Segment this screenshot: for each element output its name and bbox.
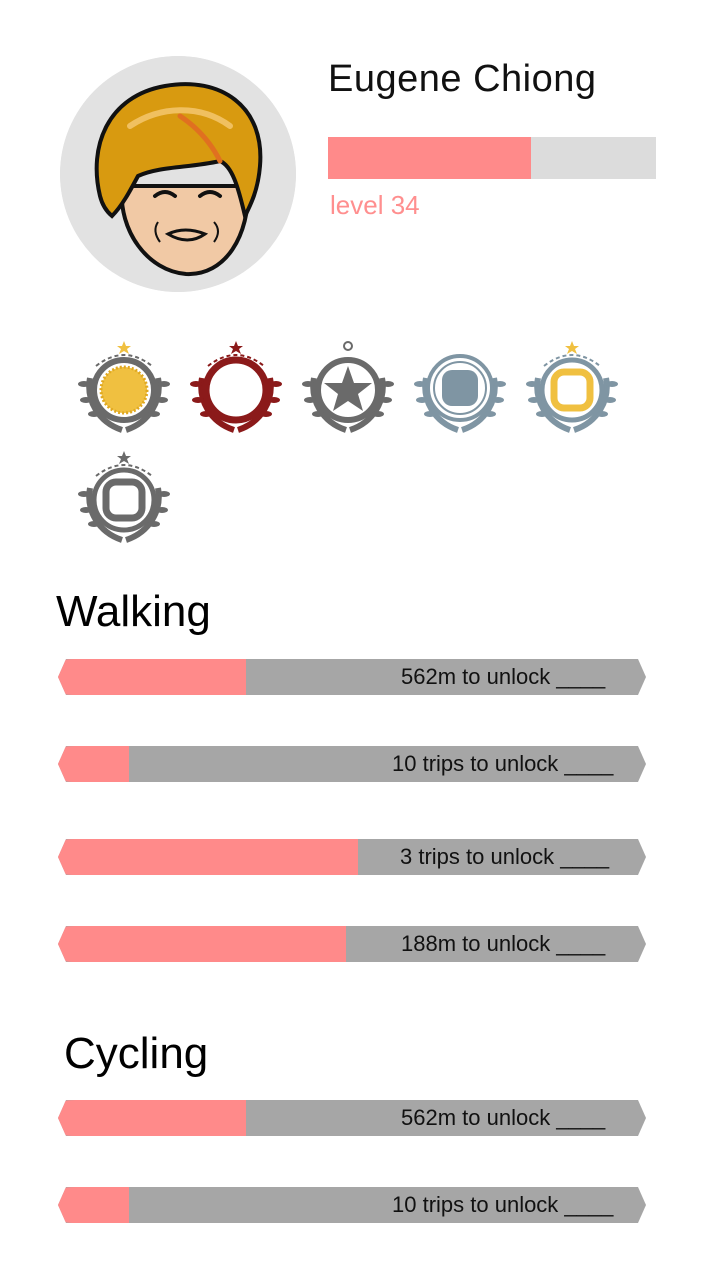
cycling-section-title: Cycling [64, 1029, 209, 1078]
goal-label: 562m to unlock ____ [401, 664, 606, 689]
level-progress-bar [328, 137, 656, 179]
badge-red-ring[interactable] [188, 338, 284, 438]
badge-grey-square[interactable] [76, 448, 172, 548]
gold-square-laurel-badge-icon [526, 341, 618, 433]
grey-square-laurel-badge-icon [78, 451, 170, 543]
cycling-goal-bar-2[interactable]: 10 trips to unlock ____ [58, 1187, 646, 1223]
progress-fill [58, 1187, 129, 1223]
progress-fill [58, 1100, 247, 1136]
badge-blue-square[interactable] [412, 338, 508, 438]
walking-goal-bar-3[interactable]: 3 trips to unlock ____ [58, 839, 646, 875]
walking-section-title: Walking [56, 587, 211, 636]
badge-gold-square[interactable] [524, 338, 620, 438]
walking-goal-bar-2[interactable]: 10 trips to unlock ____ [58, 746, 646, 782]
goal-label: 3 trips to unlock ____ [400, 844, 610, 869]
cycling-goal-bar-1[interactable]: 562m to unlock ____ [58, 1100, 646, 1136]
goal-label: 562m to unlock ____ [401, 1105, 606, 1130]
walking-goal-bar-1[interactable]: 562m to unlock ____ [58, 659, 646, 695]
gold-sun-laurel-badge-icon [78, 341, 170, 433]
profile-avatar[interactable] [60, 56, 296, 292]
blue-square-laurel-badge-icon [414, 354, 506, 433]
level-progress-fill [328, 137, 532, 179]
red-ring-laurel-badge-icon [190, 341, 282, 433]
grey-star-laurel-badge-icon [302, 341, 394, 433]
goal-label: 10 trips to unlock ____ [392, 751, 614, 776]
progress-fill [58, 659, 247, 695]
badge-gold-sun[interactable] [76, 338, 172, 438]
badge-grey-star[interactable] [300, 338, 396, 438]
profile-name: Eugene Chiong [328, 58, 597, 100]
level-label: level 34 [330, 190, 420, 220]
progress-fill [58, 839, 358, 875]
goal-label: 10 trips to unlock ____ [392, 1192, 614, 1217]
goal-label: 188m to unlock ____ [401, 931, 606, 956]
walking-goal-bar-4[interactable]: 188m to unlock ____ [58, 926, 646, 962]
progress-fill [58, 746, 129, 782]
progress-fill [58, 926, 347, 962]
avatar-cartoon-face-icon [60, 56, 296, 292]
